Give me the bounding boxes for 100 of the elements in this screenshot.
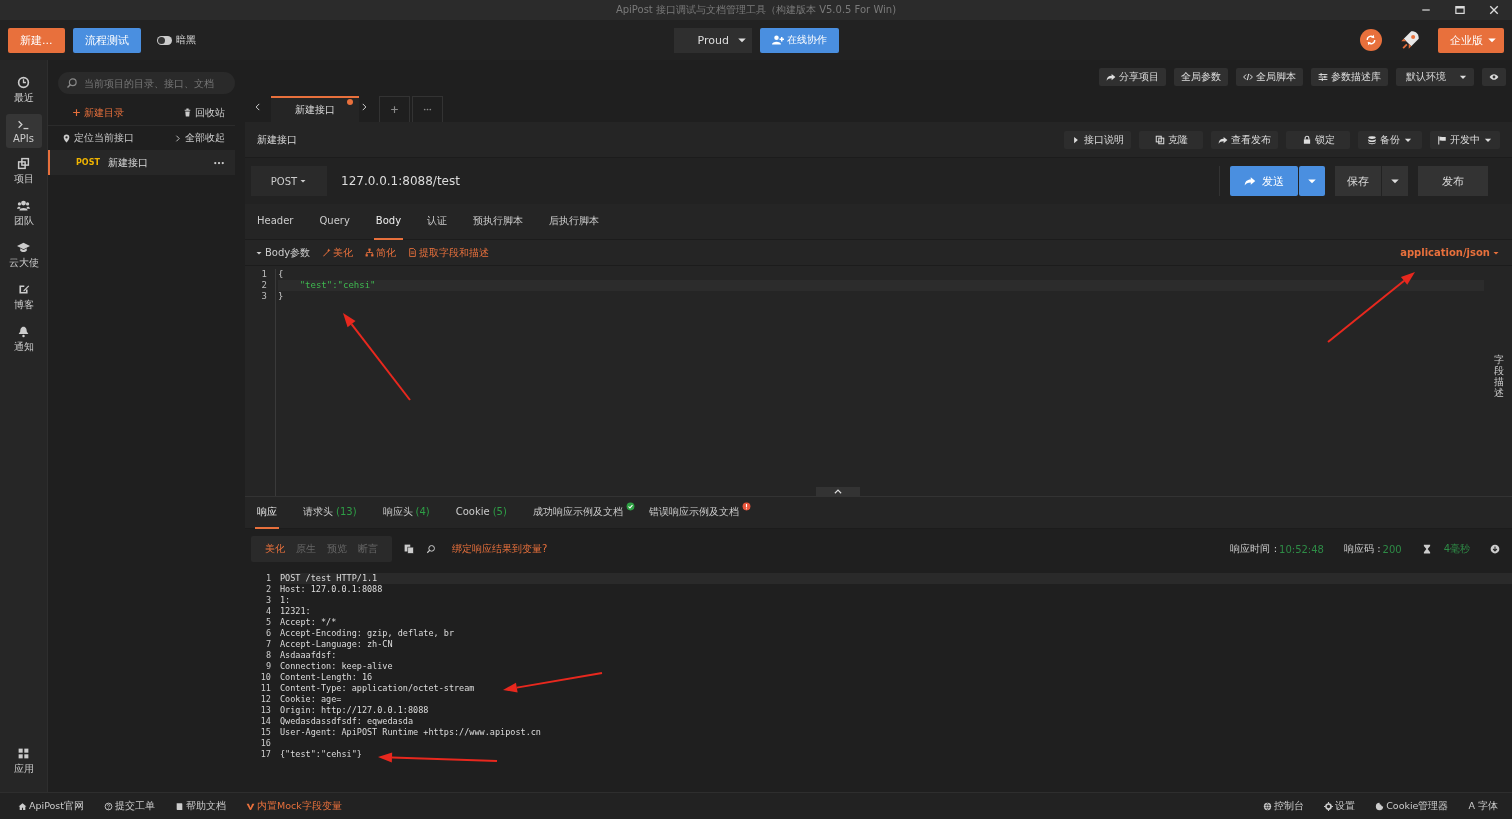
rail-item[interactable]: 团队 [5,195,42,232]
trash-icon [183,108,192,117]
plus-icon [72,108,81,117]
rail-item[interactable]: 项目 [5,153,42,190]
action-button[interactable]: 查看发布 [1211,130,1278,149]
team-select[interactable]: Proud [673,27,752,53]
code-line: POST /test HTTP/1.1 [280,573,378,583]
tree-icon [365,248,375,257]
response-tab[interactable]: 错误响应示例及文档 [646,496,741,529]
count-label: (5) [492,506,507,517]
save-dropdown-button[interactable] [1382,166,1408,196]
line-number: 16 [259,738,271,749]
rail-item[interactable]: 最近 [5,72,42,109]
request-tab[interactable]: 预执行脚本 [471,203,526,240]
duration: 4毫秒 [1443,542,1470,556]
code-line: {"test":"cehsi"} [280,749,362,759]
save-button[interactable]: 保存 [1335,166,1381,196]
method-select[interactable]: POST [251,166,327,196]
tab[interactable]: 新建接口 [271,96,359,122]
response-time-label: 响应时间 : [1230,542,1278,556]
simplify-button[interactable]: 简化 [365,245,397,260]
bind-variable-link[interactable]: 绑定响应结果到变量? [452,542,548,556]
rail-item[interactable]: 通知 [5,321,42,358]
search-field[interactable]: 当前项目的目录、接口、文档 [58,72,235,94]
action-button[interactable]: 接口说明 [1064,130,1131,149]
line-number: 4 [264,606,271,617]
environment-select[interactable]: 默认环境 [1396,68,1474,86]
line-number: 1 [260,269,267,280]
trash-button[interactable]: 回收站 [183,105,225,120]
grid-icon [17,747,30,760]
footer-link[interactable]: 控制台 [1263,799,1305,813]
field-description-tab[interactable]: 字段描述 [1494,354,1504,398]
request-tab[interactable]: 后执行脚本 [547,203,602,240]
graduation-cap-icon [17,241,30,254]
line-number: 10 [259,672,271,683]
footer-link[interactable]: ApiPost官网 [18,799,85,813]
new-folder-button[interactable]: 新建目录 [72,105,124,120]
response-tab[interactable]: 成功响应示例及文档 [530,496,625,529]
home-icon [18,801,27,811]
toolbar-button[interactable]: 全局参数 [1174,68,1228,86]
format-button[interactable]: 美化 [322,245,354,260]
request-tab[interactable]: Header [255,203,296,240]
count-label: (13) [336,506,357,517]
users-icon [17,199,30,212]
rail-item[interactable]: 应用 [5,743,42,780]
code-line: Asdaaafdsf: [280,650,337,660]
copy-icon [1154,134,1165,145]
count-label: (4) [415,506,430,517]
toolbar-button[interactable]: 分享项目 [1099,68,1166,86]
line-number: 12 [259,694,271,705]
toolbar-button[interactable]: 全局脚本 [1236,68,1303,86]
action-button[interactable]: 锁定 [1286,130,1350,149]
line-number: 1 [264,573,271,584]
response-tab[interactable]: Cookie (5) [453,496,509,529]
footer-link[interactable]: 帮助文档 [175,799,227,813]
sync-icon [1365,34,1377,46]
request-tab[interactable]: Body [373,203,404,240]
footer-link[interactable]: 提交工单 [104,799,156,813]
dark-mode-toggle[interactable] [156,35,172,45]
action-button[interactable]: 备份 [1358,130,1422,149]
unsaved-dot [347,99,353,105]
sync-button[interactable] [1360,29,1382,51]
locate-button[interactable]: 定位当前接口 [62,131,134,145]
response-tab[interactable]: 请求头 (13) [301,496,359,529]
maximize-icon [1454,4,1466,16]
code-line: User-Agent: ApiPOST Runtime +https://www.apipost.cn [280,727,541,737]
collapse-all-button[interactable]: 全部收起 [173,131,225,145]
publish-button[interactable]: 发布 [1418,166,1488,196]
chevron-icon [173,133,182,143]
toolbar-button[interactable]: 参数描述库 [1311,68,1388,86]
globe-icon [1263,801,1273,811]
code-icon [1243,72,1253,82]
line-number: 6 [264,628,271,639]
extract-button[interactable]: 提取字段和描述 [408,245,490,260]
footer-link[interactable]: 设置 [1324,799,1356,813]
code-line: 1: [280,595,291,605]
collapse-handle[interactable] [816,487,860,497]
response-tab[interactable]: 响应头 (4) [380,496,432,529]
view-button[interactable] [1482,68,1506,86]
action-button[interactable]: 克隆 [1139,130,1203,149]
content-type-select[interactable]: application/json [1400,247,1500,258]
footer-link[interactable]: Cookie管理器 [1375,799,1449,813]
api-item[interactable]: POST 新建接口 [48,150,235,175]
code-line: Accept-Encoding: gzip, deflate, br [280,628,454,638]
request-tab[interactable]: Query [317,203,352,240]
settings-icon [1324,801,1334,811]
request-tab[interactable]: 认证 [425,203,450,240]
view-mode-tab[interactable]: 美化 [265,542,285,556]
rail-item[interactable]: APIs [5,114,42,148]
footer-link[interactable]: A 字体 [1468,799,1498,813]
body-params-toggle[interactable]: Body参数 [255,245,311,260]
line-number: 5 [264,617,271,628]
rail-item[interactable]: 博客 [5,279,42,316]
line-number: 2 [264,584,271,595]
footer-link[interactable]: 内置Mock字段变量 [246,799,342,813]
line-number: 2 [260,280,267,291]
rail-item[interactable]: 云大使 [5,237,42,274]
send-dropdown-button[interactable] [1299,166,1325,196]
action-button[interactable]: 开发中 [1430,130,1500,149]
clock-icon [17,76,30,89]
